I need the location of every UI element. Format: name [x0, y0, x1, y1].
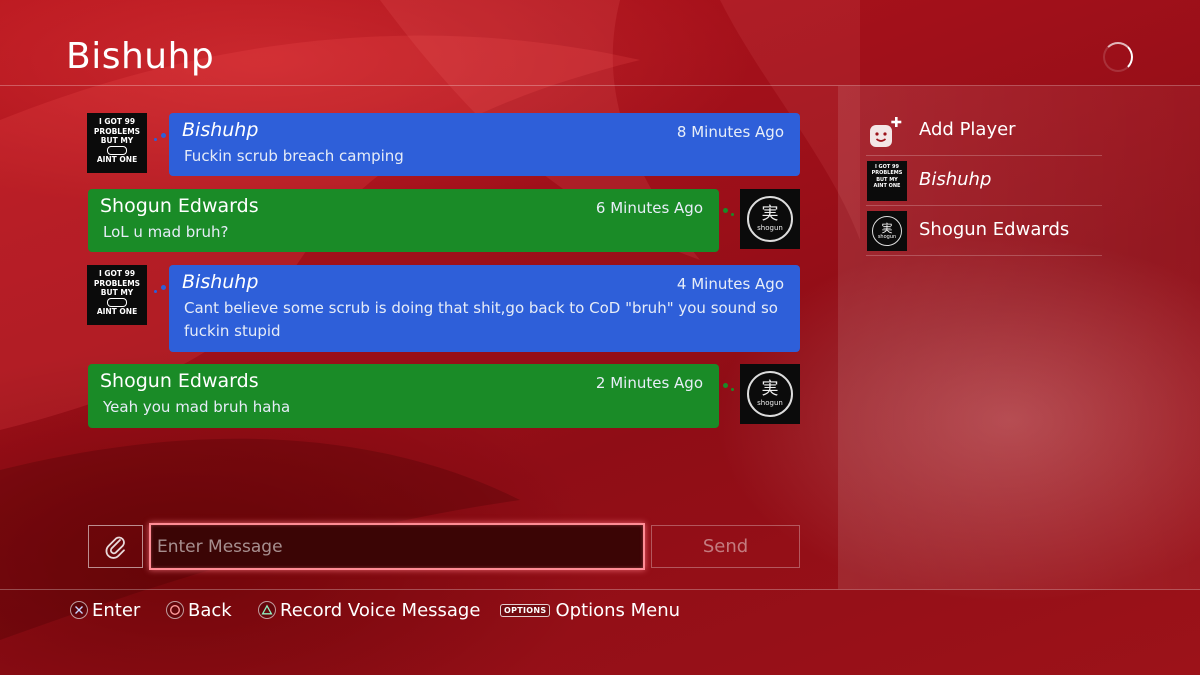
- hint-back[interactable]: Back: [166, 598, 232, 622]
- message-text: Cant believe some scrub is doing that sh…: [184, 299, 778, 340]
- avatar-text-line: PROBLEMS: [93, 126, 141, 136]
- shogun-avatar[interactable]: 実 shogun: [740, 189, 800, 249]
- bubble-tail-dot: [723, 208, 728, 213]
- bubble-tail-dot: [161, 133, 166, 138]
- message-text: Fuckin scrub breach camping: [184, 147, 404, 165]
- circle-button-icon: [166, 601, 184, 619]
- logo-caption: shogun: [757, 399, 783, 407]
- page-title: Bishuhp: [66, 36, 215, 77]
- message-bubble[interactable]: Shogun Edwards 6 Minutes Ago LoL u mad b…: [88, 189, 719, 252]
- hint-label: Enter: [92, 599, 141, 621]
- logo-glyph: 実: [761, 204, 779, 224]
- add-player-button[interactable]: Add Player: [866, 107, 1102, 155]
- bishuhp-avatar: I GOT 99 PROBLEMS BUT MY AINT ONE: [867, 161, 907, 201]
- loading-spinner-icon: [1103, 42, 1133, 72]
- bubble-tail-dot: [154, 290, 157, 293]
- avatar-text-line: BUT MY: [100, 136, 134, 145]
- shogun-logo-icon: 実 shogun: [747, 371, 793, 417]
- avatar-text-line: PROBLEMS: [93, 278, 141, 288]
- message-time: 4 Minutes Ago: [676, 275, 784, 293]
- shogun-logo-icon: 実 shogun: [747, 196, 793, 242]
- bubble-tail-dot: [154, 138, 157, 141]
- hint-label: Back: [188, 599, 232, 621]
- attach-button[interactable]: [88, 525, 143, 568]
- add-player-icon: [870, 117, 902, 147]
- avatar-text-line: I GOT 99: [98, 117, 136, 126]
- list-divider: [866, 155, 1102, 156]
- message-time: 2 Minutes Ago: [595, 374, 703, 392]
- hint-options-menu[interactable]: OPTIONS Options Menu: [500, 598, 680, 622]
- list-divider: [866, 255, 1102, 256]
- message-time: 8 Minutes Ago: [676, 123, 784, 141]
- hint-label: Options Menu: [555, 599, 681, 621]
- bishuhp-avatar[interactable]: I GOT 99 PROBLEMS BUT MY AINT ONE: [87, 265, 147, 325]
- message-text: Yeah you mad bruh haha: [103, 398, 291, 416]
- logo-caption: shogun: [877, 233, 897, 240]
- player-item-bishuhp[interactable]: I GOT 99 PROBLEMS BUT MY AINT ONE Bishuh…: [866, 157, 1102, 205]
- shogun-avatar[interactable]: 実 shogun: [740, 364, 800, 424]
- send-button[interactable]: Send: [651, 525, 800, 568]
- shogun-logo-icon: 実 shogun: [872, 216, 902, 246]
- message-text: LoL u mad bruh?: [103, 223, 229, 241]
- logo-caption: shogun: [757, 224, 783, 232]
- cross-button-icon: [70, 601, 88, 619]
- avatar-text-line: PROBLEMS: [871, 170, 903, 177]
- paperclip-icon: [105, 536, 125, 559]
- bishuhp-avatar[interactable]: I GOT 99 PROBLEMS BUT MY AINT ONE: [87, 113, 147, 173]
- message-sender: Bishuhp: [182, 271, 259, 293]
- bubble-tail-dot: [731, 213, 734, 216]
- list-divider: [866, 205, 1102, 206]
- avatar-text-line: AINT ONE: [96, 307, 138, 316]
- add-player-label: Add Player: [919, 119, 1016, 140]
- hint-record-voice[interactable]: Record Voice Message: [258, 598, 480, 622]
- gamepad-icon: [87, 146, 147, 155]
- message-bubble[interactable]: Shogun Edwards 2 Minutes Ago Yeah you ma…: [88, 364, 719, 428]
- message-bubble[interactable]: Bishuhp 8 Minutes Ago Fuckin scrub breac…: [169, 113, 800, 176]
- message-sender: Shogun Edwards: [100, 370, 259, 392]
- logo-glyph: 実: [761, 379, 779, 399]
- message-input[interactable]: [149, 523, 645, 570]
- avatar-text-line: AINT ONE: [873, 182, 901, 189]
- message-sender: Bishuhp: [182, 119, 259, 141]
- player-name: Bishuhp: [919, 169, 992, 190]
- message-bubble[interactable]: Bishuhp 4 Minutes Ago Cant believe some …: [169, 265, 800, 352]
- footer-divider: [0, 589, 1200, 590]
- avatar-text-line: BUT MY: [100, 288, 134, 297]
- shogun-avatar: 実 shogun: [867, 211, 907, 251]
- bubble-tail-dot: [731, 388, 734, 391]
- avatar-text-line: I GOT 99: [98, 269, 136, 278]
- player-name: Shogun Edwards: [919, 219, 1070, 240]
- message-time: 6 Minutes Ago: [595, 199, 703, 217]
- triangle-button-icon: [258, 601, 276, 619]
- hint-enter[interactable]: Enter: [70, 598, 140, 622]
- gamepad-icon: [87, 298, 147, 307]
- logo-glyph: 実: [881, 221, 893, 235]
- options-button-icon: OPTIONS: [500, 603, 551, 617]
- avatar-text-line: AINT ONE: [96, 155, 138, 164]
- bubble-tail-dot: [723, 383, 728, 388]
- player-item-shogun-edwards[interactable]: 実 shogun Shogun Edwards: [866, 207, 1102, 255]
- message-sender: Shogun Edwards: [100, 195, 259, 217]
- bubble-tail-dot: [161, 285, 166, 290]
- hint-label: Record Voice Message: [280, 599, 481, 621]
